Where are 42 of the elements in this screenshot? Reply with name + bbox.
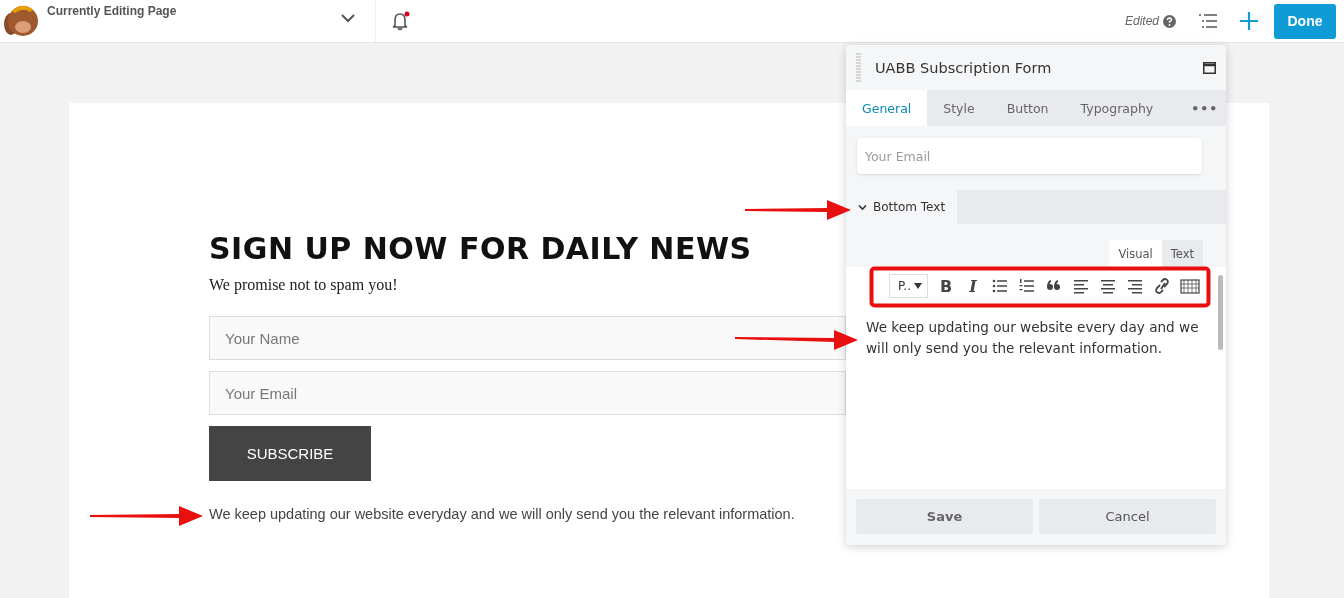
bottom-text: We keep updating our website everyday and we will only send you the relevant information.	[209, 506, 795, 522]
italic-button[interactable]: I	[964, 276, 982, 296]
subscribe-button[interactable]: SUBSCRIBE	[209, 426, 371, 481]
align-center-icon[interactable]	[1099, 277, 1117, 295]
tab[interactable]: Style	[927, 90, 991, 126]
page-title: Currently Editing Page	[47, 4, 177, 18]
editor-tab[interactable]: Visual	[1109, 240, 1162, 267]
window-icon[interactable]	[1203, 61, 1216, 74]
more-tab[interactable]: •••	[1169, 90, 1226, 126]
editor-text: We keep updating our website every day and we will only send you the relevant information.	[866, 318, 1200, 358]
bulleted-list-icon[interactable]	[991, 277, 1009, 295]
numbered-list-icon[interactable]	[1018, 277, 1036, 295]
tab[interactable]: General	[846, 90, 928, 126]
panel-title: UABB Subscription Form	[875, 59, 1053, 76]
caret-icon	[914, 283, 922, 289]
chevron-down-icon	[858, 202, 867, 212]
edited-status: Edited	[1124, 14, 1159, 28]
add-icon[interactable]	[1240, 12, 1258, 30]
keyboard-icon[interactable]	[1180, 277, 1200, 295]
subheading: We promise not to spam you!	[209, 276, 398, 294]
link-icon[interactable]	[1153, 277, 1171, 295]
chevron-down-icon[interactable]	[341, 14, 355, 23]
section-toggle[interactable]: Bottom Text	[846, 190, 958, 224]
help-icon[interactable]	[1163, 14, 1176, 28]
drag-handle-icon[interactable]	[856, 52, 861, 83]
text-editor[interactable]: P.. B I We keep updating our website every day and we will only send you the relevant information.	[846, 267, 1226, 489]
tab[interactable]: Typography	[1064, 90, 1170, 126]
tab[interactable]: Button	[990, 90, 1065, 126]
input-field[interactable]: Your Email	[209, 371, 846, 415]
editor-tab[interactable]: Text	[1161, 240, 1203, 267]
save-button[interactable]: Save	[856, 499, 1033, 534]
align-right-icon[interactable]	[1126, 277, 1144, 295]
input-field[interactable]: Your Email	[857, 138, 1202, 174]
cancel-button[interactable]: Cancel	[1039, 499, 1216, 534]
heading: SIGN UP NOW FOR DAILY NEWS	[209, 231, 752, 266]
format-dropdown[interactable]: P..	[889, 274, 928, 298]
input-field[interactable]: Your Name	[209, 316, 846, 360]
bell-icon[interactable]	[390, 11, 410, 31]
align-left-icon[interactable]	[1072, 277, 1090, 295]
scrollbar[interactable]	[1218, 275, 1223, 350]
bold-button[interactable]: B	[937, 276, 955, 296]
outline-icon[interactable]	[1198, 13, 1218, 29]
